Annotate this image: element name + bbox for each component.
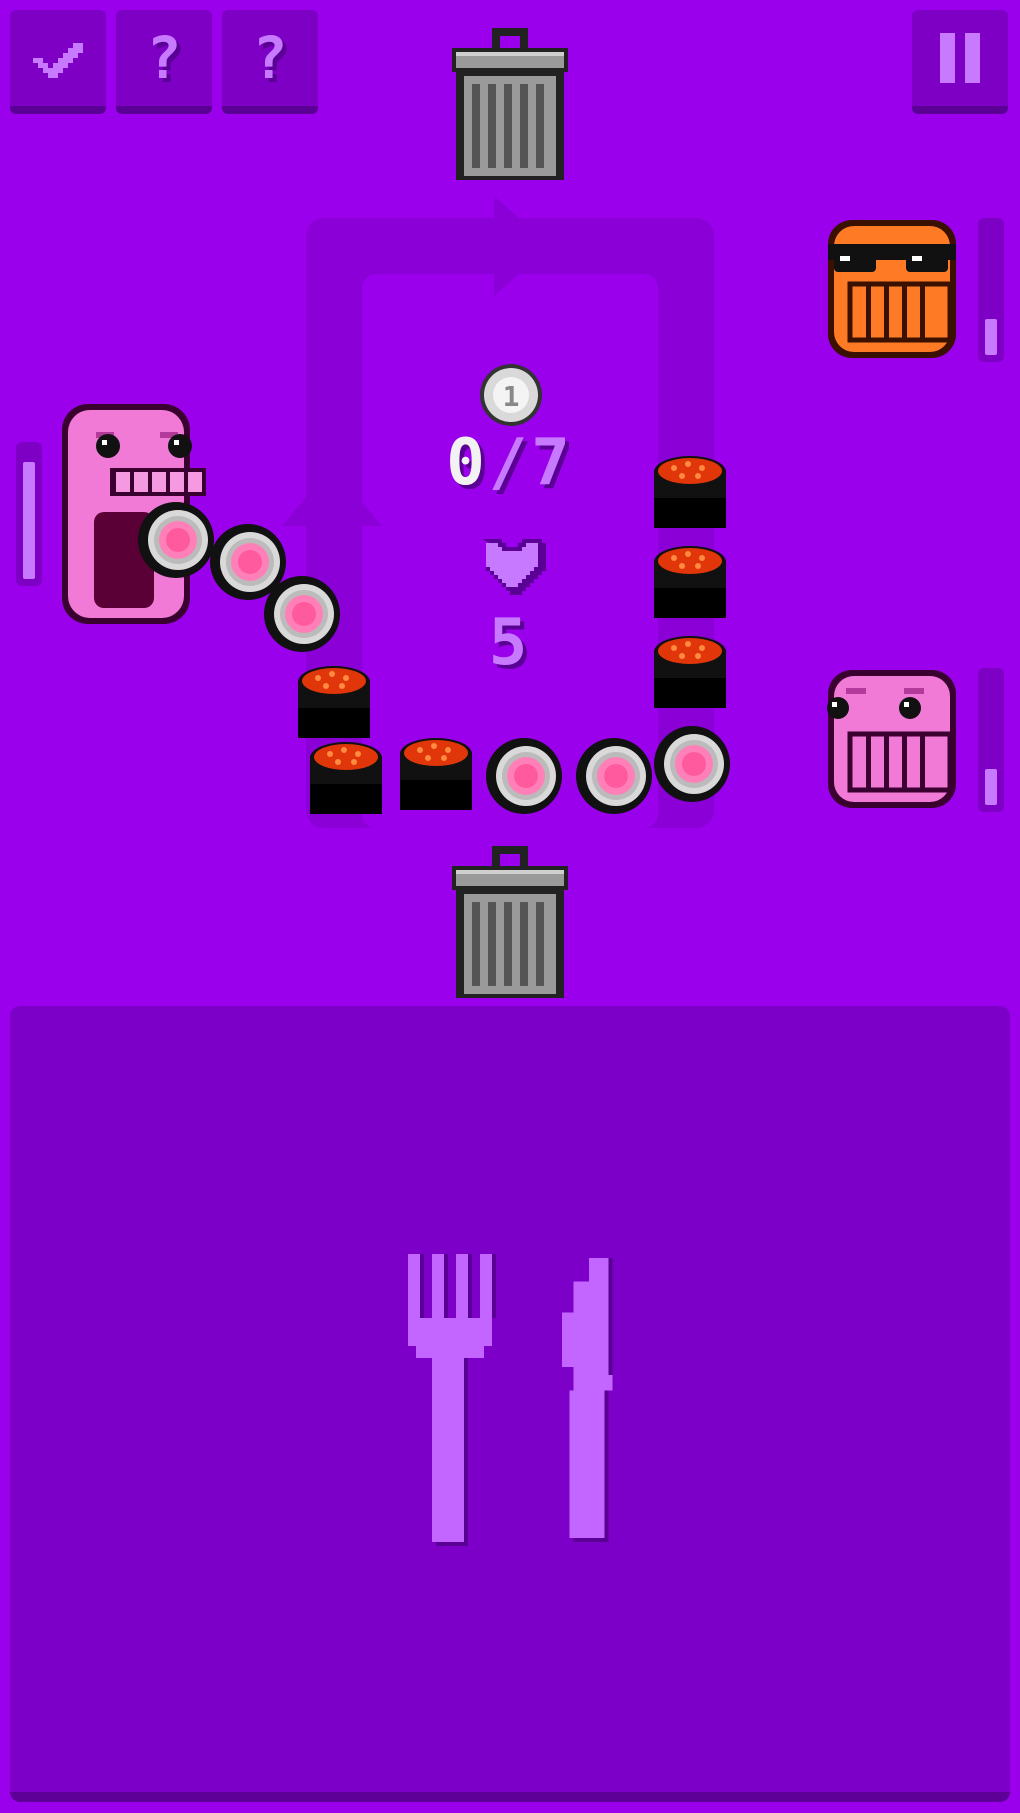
check-button[interactable]: [10, 10, 106, 114]
roll-sushi: [576, 738, 652, 814]
meter-fill: [985, 769, 997, 805]
roe-sushi: [654, 636, 726, 708]
roe-sushi: [400, 738, 472, 810]
question-icon: ?: [252, 24, 288, 92]
roe-sushi: [654, 456, 726, 528]
roe-sushi: [298, 666, 370, 738]
pause-button[interactable]: [912, 10, 1008, 114]
roe-sushi: [310, 742, 382, 814]
svg-text:1: 1: [503, 380, 520, 413]
heart-icon: [482, 539, 546, 595]
roll-sushi: [486, 738, 562, 814]
coin-separator: /: [488, 426, 532, 500]
meter-fill: [23, 462, 35, 579]
check-icon: [33, 43, 83, 78]
roll-sushi: [654, 726, 730, 802]
trash-can-bottom-icon[interactable]: [448, 846, 572, 1002]
plate-area[interactable]: [10, 1006, 1010, 1802]
orange-creature-sunglasses: [828, 220, 956, 358]
customer-meter-left: [16, 442, 42, 586]
roe-sushi: [654, 546, 726, 618]
trash-can-top-icon[interactable]: [448, 28, 572, 184]
game-stage: ? ? 1 0/7 5: [0, 0, 1020, 1813]
coin-icon: 1: [480, 364, 542, 426]
customer-meter-top-right: [978, 218, 1004, 362]
hint-button-1[interactable]: ?: [116, 10, 212, 114]
arrow-up-icon: [282, 466, 382, 526]
fork-icon: [408, 1254, 496, 1546]
lives-counter: 5: [488, 606, 532, 680]
coin-current: 0: [446, 426, 489, 500]
knife-icon: [561, 1258, 613, 1542]
hint-button-2[interactable]: ?: [222, 10, 318, 114]
roll-sushi: [264, 576, 340, 652]
question-icon: ?: [146, 24, 182, 92]
arrow-right-icon: [494, 196, 550, 296]
coin-target: 7: [531, 426, 574, 500]
roll-sushi: [138, 502, 214, 578]
pause-icon: [940, 33, 980, 83]
coin-counter: 0/7: [400, 426, 620, 500]
meter-fill: [985, 319, 997, 355]
pink-creature-waiting: [827, 670, 956, 808]
customer-meter-bottom-right: [978, 668, 1004, 812]
